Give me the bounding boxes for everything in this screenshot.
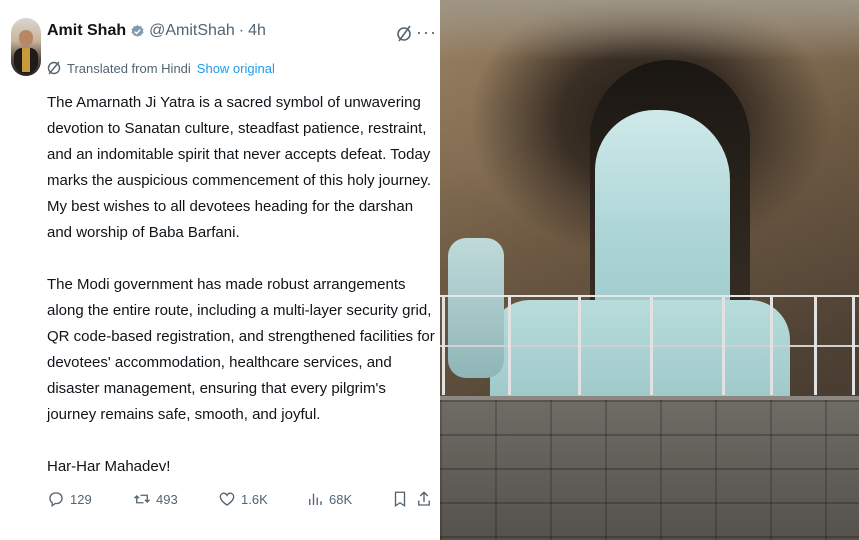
like-button[interactable]: 1.6K [218, 490, 268, 508]
reply-button[interactable]: 129 [47, 490, 92, 508]
bookmark-button[interactable] [391, 490, 409, 508]
railing-posts [440, 295, 859, 400]
reply-count: 129 [70, 491, 92, 507]
action-bar: 129 493 1.6K 68K [47, 488, 435, 514]
share-icon [418, 491, 430, 506]
post-time[interactable]: 4h [248, 22, 266, 40]
avatar[interactable] [11, 18, 41, 76]
post-body: The Amarnath Ji Yatra is a sacred symbol… [47, 90, 435, 480]
repost-icon [134, 494, 150, 504]
attached-photo[interactable] [440, 0, 859, 540]
post-header: Amit Shah @AmitShah · 4h [47, 20, 266, 42]
avatar-shawl [22, 48, 30, 72]
translation-note: Translated from Hindi [67, 60, 191, 76]
views-chart-icon [309, 493, 322, 505]
post-paragraph: The Modi government has made robust arra… [47, 276, 435, 423]
post-paragraph: Har-Har Mahadev! [47, 458, 171, 475]
translation-bar: Translated from Hindi Show original [47, 60, 275, 76]
post-paragraph: The Amarnath Ji Yatra is a sacred symbol… [47, 94, 432, 241]
heart-icon [219, 492, 235, 506]
stone-wall [440, 400, 859, 540]
views-button[interactable]: 68K [306, 490, 352, 508]
verified-badge-icon [131, 24, 144, 37]
bookmark-icon [394, 491, 406, 508]
more-options-button[interactable]: ··· [416, 22, 437, 43]
translate-icon [47, 61, 61, 75]
avatar-face [19, 30, 33, 46]
author-handle[interactable]: @AmitShah [149, 22, 235, 40]
show-original-link[interactable]: Show original [197, 61, 275, 76]
separator-dot: · [238, 22, 245, 39]
repost-button[interactable]: 493 [133, 490, 178, 508]
reply-icon [49, 492, 63, 508]
views-count: 68K [329, 491, 353, 507]
author-name[interactable]: Amit Shah [47, 22, 126, 40]
like-count: 1.6K [241, 491, 268, 507]
tweet-panel: Amit Shah @AmitShah · 4h ··· Translated … [0, 0, 440, 540]
rock-highlight [440, 0, 859, 60]
repost-count: 493 [156, 491, 178, 507]
share-button[interactable] [415, 490, 433, 508]
grok-icon[interactable] [396, 24, 412, 44]
